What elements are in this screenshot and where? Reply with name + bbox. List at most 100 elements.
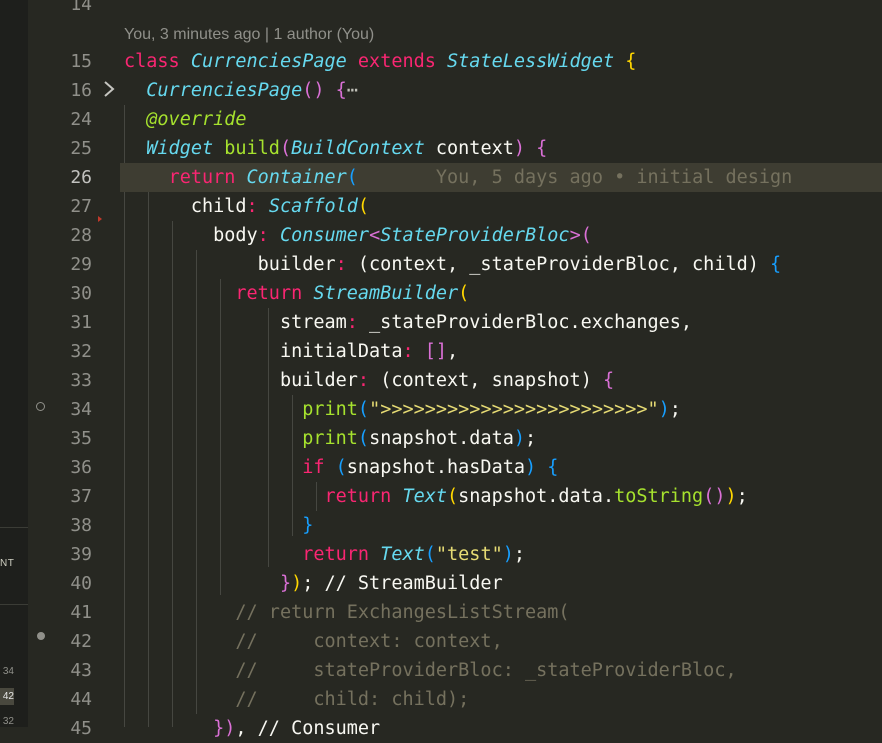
comment: // stateProviderBloc: _stateProviderBloc… bbox=[235, 660, 737, 681]
panel-line-number[interactable]: 32 bbox=[0, 713, 14, 730]
line-number: 43 bbox=[70, 660, 92, 681]
function-name: build bbox=[224, 138, 280, 159]
line-number: 30 bbox=[70, 283, 92, 304]
property: stream bbox=[279, 312, 347, 333]
keyword: return bbox=[235, 283, 303, 304]
class-name: Consumer bbox=[279, 225, 370, 246]
colon: : bbox=[257, 225, 269, 246]
bracket: ) bbox=[658, 399, 670, 420]
breakpoint-icon[interactable] bbox=[37, 632, 45, 640]
bracket: ( bbox=[357, 428, 370, 449]
comment: // child: child); bbox=[235, 689, 470, 710]
codelens-blame[interactable]: You, 3 minutes ago | 1 author (You) bbox=[124, 22, 374, 48]
code-line-25: Widget build(BuildContext context) { bbox=[124, 134, 882, 163]
line-number: 42 bbox=[70, 631, 92, 652]
line-number: 41 bbox=[70, 602, 92, 623]
string-literal: ">>>>>>>>>>>>>>>>>>>>>>>>" bbox=[369, 399, 659, 420]
bracket: { bbox=[625, 51, 637, 72]
bracket: () bbox=[302, 80, 325, 101]
line-number: 37 bbox=[70, 486, 92, 507]
keyword: return bbox=[302, 544, 370, 565]
bracket: () bbox=[703, 486, 726, 507]
code-line-43: // stateProviderBloc: _stateProviderBloc… bbox=[124, 656, 882, 685]
code-line-31: stream: _stateProviderBloc.exchanges, bbox=[124, 308, 882, 337]
code-line-42: // context: context, bbox=[124, 627, 882, 656]
class-name: StateLessWidget bbox=[447, 51, 615, 72]
punctuation: ; bbox=[513, 544, 525, 565]
colon: : bbox=[357, 370, 370, 391]
code-line-26-current: return Container( You, 5 days ago • init… bbox=[120, 163, 882, 192]
identifier: context, _stateProviderBloc, child bbox=[369, 254, 748, 275]
bracket: ( bbox=[357, 399, 370, 420]
bracket: ( bbox=[357, 196, 370, 217]
class-name: Text bbox=[402, 486, 448, 507]
code-line-37: return Text(snapshot.data.toString()); bbox=[124, 482, 882, 511]
class-name: Text bbox=[380, 544, 425, 565]
code-line-39: return Text("test"); bbox=[124, 540, 882, 569]
code-line-28: body: Consumer<StateProviderBloc>( bbox=[124, 221, 882, 250]
line-number: 44 bbox=[70, 689, 92, 710]
class-name: CurrenciesPage bbox=[146, 80, 303, 101]
class-name: Scaffold bbox=[268, 196, 358, 217]
line-number: 14 bbox=[70, 0, 92, 15]
identifier: context, snapshot bbox=[391, 370, 581, 391]
bracket: ) bbox=[502, 544, 514, 565]
bracket: } bbox=[213, 718, 225, 739]
bracket: { bbox=[335, 80, 347, 101]
line-number: 16 bbox=[70, 80, 92, 101]
panel-line-number[interactable]: 34 bbox=[0, 663, 14, 680]
code-line-41: // return ExchangesListStream( bbox=[124, 598, 882, 627]
bracket: ) bbox=[513, 428, 525, 449]
folded-ellipsis[interactable]: ⋯ bbox=[347, 80, 358, 101]
line-number: 39 bbox=[70, 544, 92, 565]
property: builder bbox=[257, 254, 336, 275]
code-line-45: }), // Consumer bbox=[124, 714, 882, 743]
panel-label[interactable]: NT bbox=[0, 558, 26, 569]
fold-chevron-icon[interactable] bbox=[100, 78, 118, 100]
colon: : bbox=[402, 341, 414, 362]
class-name: StateProviderBloc bbox=[380, 225, 570, 246]
bracket: ( bbox=[580, 225, 592, 246]
code-editor[interactable]: You, 3 minutes ago | 1 author (You) clas… bbox=[120, 0, 882, 739]
bracket: ( bbox=[458, 283, 470, 304]
line-number: 40 bbox=[70, 573, 92, 594]
line-number-current: 26 bbox=[70, 167, 92, 188]
punctuation: ; bbox=[525, 428, 537, 449]
code-line-29: builder: (context, _stateProviderBloc, c… bbox=[124, 250, 882, 279]
line-number: 36 bbox=[70, 457, 92, 478]
identifier: _stateProviderBloc.exchanges, bbox=[357, 312, 693, 333]
identifier: context bbox=[424, 138, 514, 159]
property: child bbox=[190, 196, 247, 217]
class-name: CurrenciesPage bbox=[190, 51, 347, 72]
line-number: 35 bbox=[70, 428, 92, 449]
class-name: StreamBuilder bbox=[313, 283, 459, 304]
panel-line-number-active[interactable]: 42 bbox=[0, 688, 14, 705]
line-number: 28 bbox=[70, 225, 92, 246]
editor-gutter: 14 15 16 24 25 26 27 28 29 30 31 32 33 3… bbox=[28, 0, 120, 739]
bracket: { bbox=[547, 457, 559, 478]
bracket: > bbox=[569, 225, 581, 246]
side-panel: NT 34 42 32 bbox=[0, 0, 28, 727]
colon: : bbox=[246, 196, 258, 217]
line-number: 38 bbox=[70, 515, 92, 536]
punctuation: ; bbox=[736, 486, 748, 507]
panel-divider bbox=[0, 527, 28, 528]
line-number: 24 bbox=[70, 109, 92, 130]
bracket: ) bbox=[580, 370, 592, 391]
property: body bbox=[213, 225, 258, 246]
string-literal: "test" bbox=[435, 544, 503, 565]
punctuation: ; bbox=[669, 399, 681, 420]
colon: : bbox=[346, 312, 358, 333]
bracket: ( bbox=[335, 457, 347, 478]
code-line-30: return StreamBuilder( bbox=[124, 279, 882, 308]
bracket: { bbox=[536, 138, 548, 159]
closing-label: , // Consumer bbox=[235, 718, 381, 739]
line-number: 15 bbox=[70, 51, 92, 72]
code-line-34: print(">>>>>>>>>>>>>>>>>>>>>>>>"); bbox=[124, 395, 882, 424]
bracket: ) bbox=[525, 457, 537, 478]
breakpoint-hollow-icon[interactable] bbox=[36, 402, 45, 411]
bracket: < bbox=[369, 225, 381, 246]
keyword: class bbox=[124, 51, 180, 72]
annotation: @override bbox=[146, 109, 247, 130]
code-line-32: initialData: [], bbox=[124, 337, 882, 366]
